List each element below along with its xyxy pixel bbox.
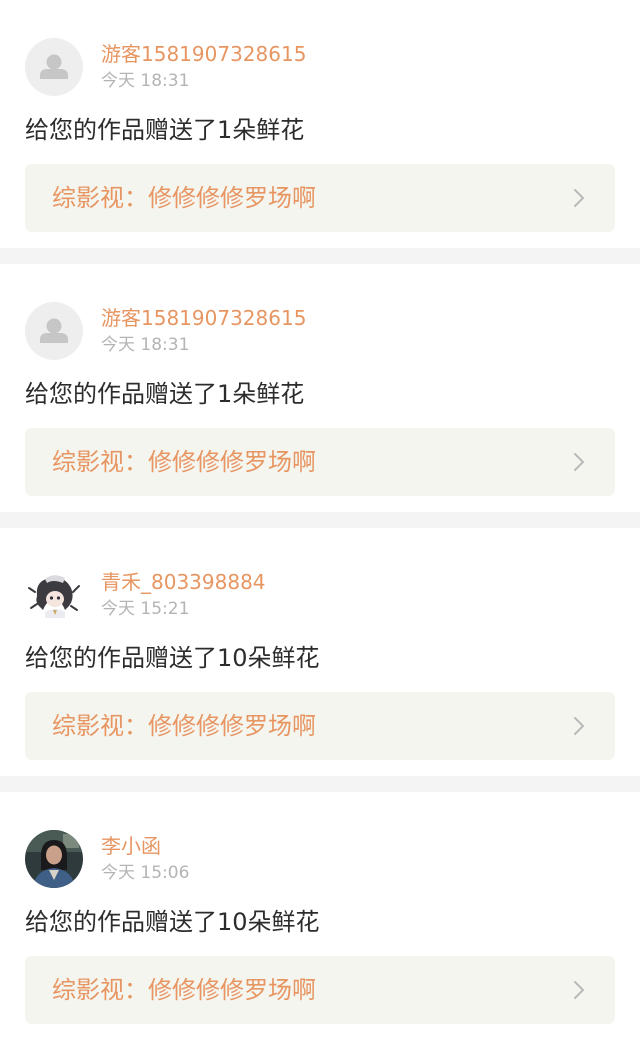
work-title: 综影视：修修修修罗场啊 (52, 712, 316, 740)
notification-card: 青禾_803398884 今天 15:21 给您的作品赠送了10朵鲜花 综影视：… (0, 528, 640, 776)
default-avatar-icon[interactable] (25, 302, 83, 360)
username[interactable]: 李小函 (101, 833, 161, 859)
timestamp: 今天 18:31 (101, 335, 190, 355)
anime-avatar[interactable] (25, 566, 83, 624)
card-separator (0, 512, 640, 528)
work-link[interactable]: 综影视：修修修修罗场啊 (25, 428, 615, 496)
work-title: 综影视：修修修修罗场啊 (52, 184, 316, 212)
card-separator (0, 248, 640, 264)
notification-message: 给您的作品赠送了1朵鲜花 (25, 116, 305, 144)
work-title: 综影视：修修修修罗场啊 (52, 448, 316, 476)
timestamp: 今天 15:06 (101, 863, 190, 883)
chevron-right-icon (574, 453, 584, 471)
notification-message: 给您的作品赠送了1朵鲜花 (25, 380, 305, 408)
notification-card: 李小函 今天 15:06 给您的作品赠送了10朵鲜花 综影视：修修修修罗场啊 (0, 792, 640, 1040)
username[interactable]: 青禾_803398884 (101, 569, 266, 595)
card-separator (0, 776, 640, 792)
timestamp: 今天 15:21 (101, 599, 190, 619)
work-link[interactable]: 综影视：修修修修罗场啊 (25, 164, 615, 232)
chevron-right-icon (574, 189, 584, 207)
default-avatar-icon[interactable] (25, 38, 83, 96)
work-title: 综影视：修修修修罗场啊 (52, 976, 316, 1004)
notification-card: 游客1581907328615 今天 18:31 给您的作品赠送了1朵鲜花 综影… (0, 264, 640, 512)
username[interactable]: 游客1581907328615 (101, 305, 306, 331)
notification-feed: 游客1581907328615 今天 18:31 给您的作品赠送了1朵鲜花 综影… (0, 0, 640, 1040)
chevron-right-icon (574, 717, 584, 735)
notification-message: 给您的作品赠送了10朵鲜花 (25, 908, 320, 936)
notification-card: 游客1581907328615 今天 18:31 给您的作品赠送了1朵鲜花 综影… (0, 0, 640, 248)
work-link[interactable]: 综影视：修修修修罗场啊 (25, 692, 615, 760)
timestamp: 今天 18:31 (101, 71, 190, 91)
notification-message: 给您的作品赠送了10朵鲜花 (25, 644, 320, 672)
username[interactable]: 游客1581907328615 (101, 41, 306, 67)
chevron-right-icon (574, 981, 584, 999)
work-link[interactable]: 综影视：修修修修罗场啊 (25, 956, 615, 1024)
photo-avatar[interactable] (25, 830, 83, 888)
